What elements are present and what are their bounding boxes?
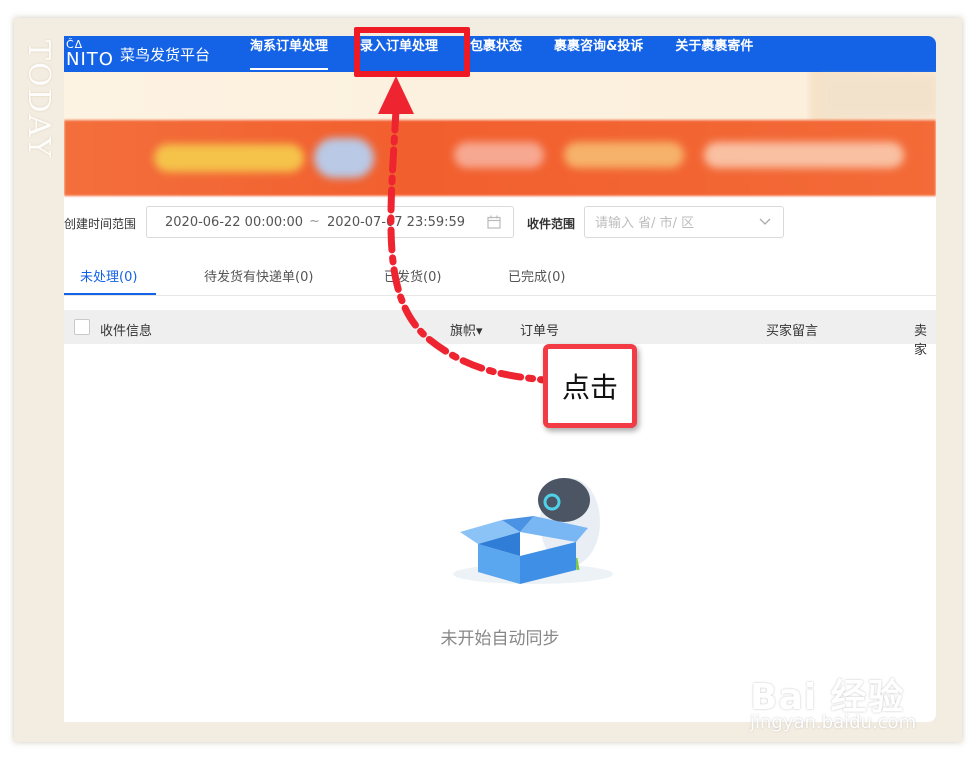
- nav-package-status[interactable]: 包裹状态: [470, 36, 522, 72]
- select-all-checkbox[interactable]: [74, 319, 90, 335]
- region-input[interactable]: [595, 214, 755, 232]
- click-callout: 点击: [543, 344, 637, 428]
- empty-box-robot-icon: [453, 478, 613, 584]
- watermark-sub: jingyan.baidu.com: [750, 712, 917, 733]
- baidu-jingyan-watermark: Bai 经验 jingyan.baidu.com: [750, 652, 950, 742]
- tape-label: TODAY: [21, 40, 56, 159]
- chevron-down-icon[interactable]: [759, 217, 771, 227]
- created-time-label: 创建时间范围: [64, 217, 137, 231]
- col-buyer-message: 买家留言: [766, 324, 819, 339]
- region-select[interactable]: [584, 206, 784, 238]
- empty-state-text: 未开始自动同步: [440, 629, 560, 649]
- col-recipient-info: 收件信息: [100, 324, 153, 339]
- tab-unprocessed[interactable]: 未处理(0): [80, 266, 137, 296]
- nav-taobao-orders[interactable]: 淘系订单处理: [250, 36, 329, 72]
- app-name: 菜鸟发货平台: [119, 45, 210, 64]
- top-navbar: ČΔ NITO 菜鸟发货平台 淘系订单处理 录入订单处理 包裹状态 裹裹咨询&投…: [64, 36, 936, 72]
- dashed-arrow-icon: [378, 76, 548, 384]
- active-tab-indicator: [64, 293, 156, 295]
- app-logo[interactable]: ČΔ NITO 菜鸟发货平台: [66, 38, 210, 70]
- date-start[interactable]: 2020-06-22 00:00:00: [165, 215, 303, 230]
- nav-about-guoguo[interactable]: 关于裹裹寄件: [675, 36, 753, 72]
- col-seller: 卖家: [914, 324, 928, 358]
- nav-menu: 淘系订单处理 录入订单处理 包裹状态 裹裹咨询&投诉 关于裹裹寄件: [250, 36, 785, 72]
- date-separator: ~: [309, 214, 320, 229]
- nav-consult-complaint[interactable]: 裹裹咨询&投诉: [554, 36, 643, 72]
- tab-pending-with-waybill[interactable]: 待发货有快递单(0): [204, 266, 313, 296]
- cainiao-logo-icon: ČΔ NITO: [66, 38, 114, 70]
